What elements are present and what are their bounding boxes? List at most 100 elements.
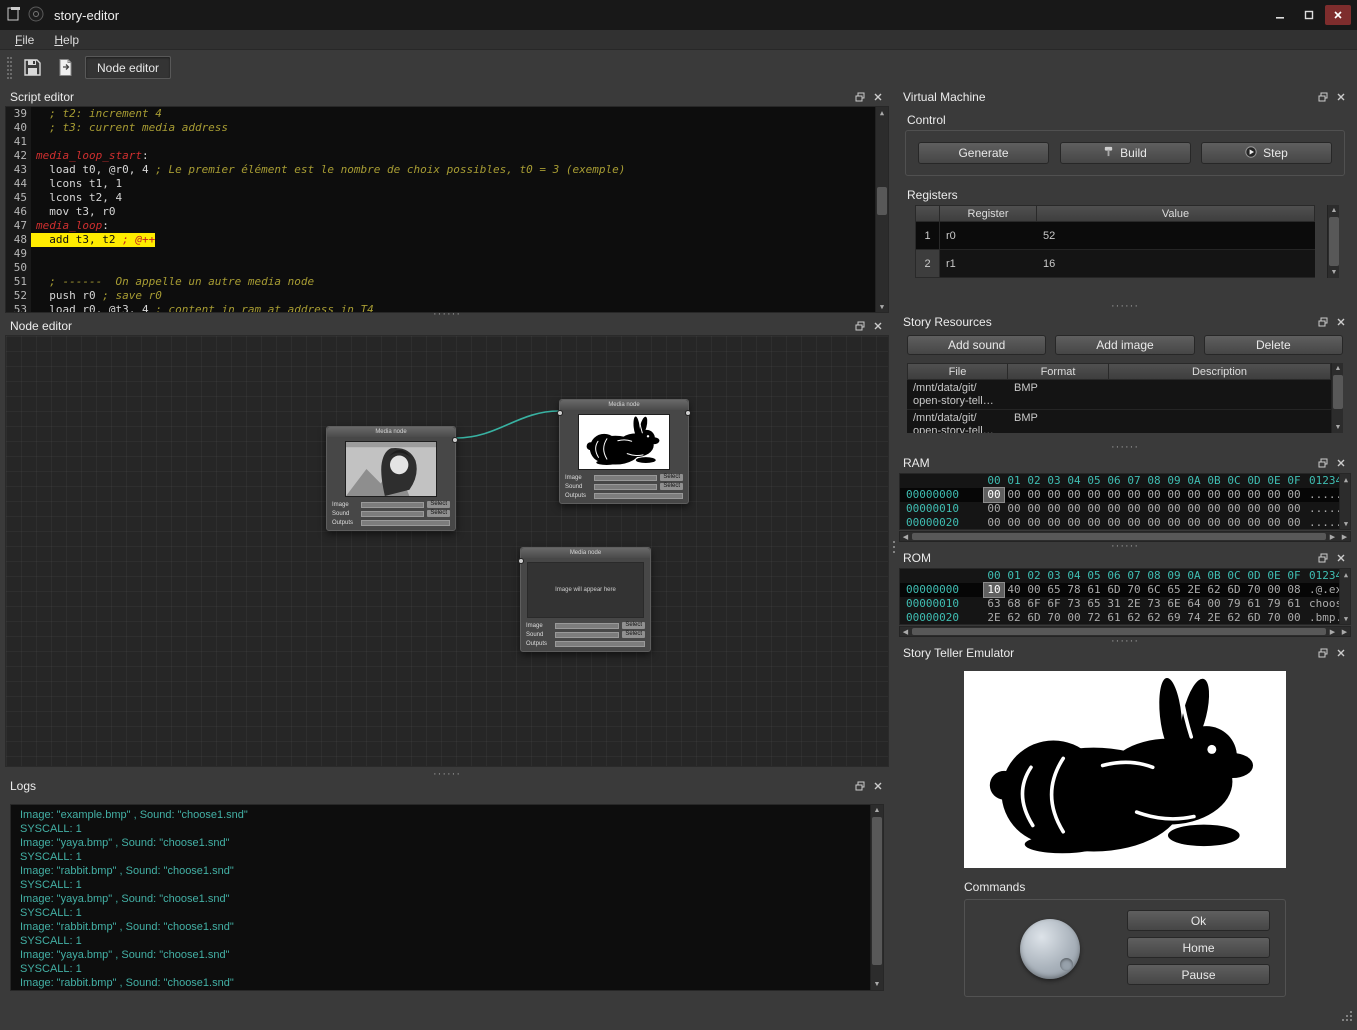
float-panel-icon[interactable] [853, 91, 866, 104]
ram-byte[interactable]: 00 [1004, 502, 1024, 516]
ram-byte[interactable]: 00 [1004, 516, 1024, 530]
rom-byte[interactable]: 6D [1244, 611, 1264, 625]
media-node-2[interactable]: Media node ImageSelectSoundSelectOutputs [559, 399, 689, 504]
scroll-up-icon[interactable]: ▲ [1328, 205, 1340, 216]
splitter-handle[interactable]: ······ [897, 444, 1353, 451]
rom-byte[interactable]: 10 [984, 583, 1004, 597]
rom-byte[interactable]: 70 [1244, 583, 1264, 597]
scroll-left-icon[interactable]: ◀ [900, 532, 911, 541]
node-row-field[interactable] [555, 641, 645, 647]
scroll-up-icon[interactable]: ▲ [1340, 569, 1351, 580]
vertical-splitter-handle[interactable] [890, 88, 897, 1005]
ram-byte[interactable]: 00 [984, 502, 1004, 516]
ram-byte[interactable]: 00 [1124, 488, 1144, 502]
rom-row[interactable]: 000000001040006578616D706C652E626D700008… [900, 583, 1339, 597]
close-panel-icon[interactable] [871, 91, 884, 104]
close-panel-icon[interactable] [1334, 552, 1347, 565]
float-panel-icon[interactable] [1316, 316, 1329, 329]
rom-byte[interactable]: 68 [1004, 597, 1024, 611]
rom-byte[interactable]: 79 [1264, 597, 1284, 611]
ram-byte[interactable]: 00 [1124, 502, 1144, 516]
close-button[interactable] [1325, 5, 1351, 25]
ram-byte[interactable]: 00 [1264, 488, 1284, 502]
scroll-right-icon[interactable]: ▶ [1339, 627, 1350, 636]
ram-byte[interactable]: 00 [1144, 488, 1164, 502]
close-panel-icon[interactable] [1334, 457, 1347, 470]
media-node-3[interactable]: Media node Image will appear here ImageS… [520, 547, 651, 652]
node-row-field[interactable] [361, 511, 424, 517]
ram-vscrollbar[interactable]: ▲ ▼ [1339, 474, 1350, 529]
toolbar-drag-handle[interactable] [7, 57, 12, 79]
ram-byte[interactable]: 00 [1184, 488, 1204, 502]
ram-byte[interactable]: 00 [1204, 516, 1224, 530]
window-resize-grip[interactable] [1339, 1009, 1353, 1026]
node-row-select-button[interactable]: Select [622, 631, 645, 638]
node-output-port[interactable] [685, 410, 691, 416]
rom-byte[interactable]: 61 [1104, 611, 1124, 625]
resources-scrollbar[interactable]: ▲ ▼ [1331, 363, 1343, 433]
ram-byte[interactable]: 00 [1084, 516, 1104, 530]
rom-byte[interactable]: 62 [1204, 583, 1224, 597]
ram-byte[interactable]: 00 [1204, 488, 1224, 502]
rom-byte[interactable]: 00 [1064, 611, 1084, 625]
node-row-select-button[interactable]: Select [660, 474, 683, 481]
node-row-select-button[interactable]: Select [427, 501, 450, 508]
rom-byte[interactable]: 61 [1084, 583, 1104, 597]
maximize-button[interactable] [1296, 5, 1322, 25]
register-row[interactable]: 2r116 [915, 250, 1327, 278]
close-panel-icon[interactable] [1334, 316, 1347, 329]
resource-row[interactable]: /mnt/data/git/ open-story-tell…BMP [907, 380, 1343, 410]
file-column-header[interactable]: File [907, 363, 1008, 380]
scroll-up-icon[interactable]: ▲ [1340, 474, 1351, 485]
scroll-down-icon[interactable]: ▼ [871, 979, 883, 990]
ram-byte[interactable]: 00 [1044, 516, 1064, 530]
node-row-field[interactable] [555, 623, 619, 629]
home-button[interactable]: Home [1127, 937, 1270, 958]
rom-byte[interactable]: 62 [1144, 611, 1164, 625]
rom-byte[interactable]: 64 [1184, 597, 1204, 611]
node-input-port[interactable] [518, 558, 524, 564]
ram-byte[interactable]: 00 [1024, 502, 1044, 516]
ram-byte[interactable]: 00 [1104, 516, 1124, 530]
node-row-select-button[interactable]: Select [427, 510, 450, 517]
ram-byte[interactable]: 00 [1024, 516, 1044, 530]
ram-byte[interactable]: 00 [1264, 502, 1284, 516]
media-node-1[interactable]: Media node ImageSelectSoundSelectOutputs [326, 426, 456, 531]
rom-byte[interactable]: 00 [1024, 583, 1044, 597]
scroll-up-icon[interactable]: ▲ [871, 805, 883, 816]
rom-byte[interactable]: 6F [1044, 597, 1064, 611]
script-editor-scrollbar[interactable]: ▲ ▼ [875, 107, 888, 312]
scroll-down-icon[interactable]: ▼ [1328, 267, 1340, 278]
rom-vscrollbar[interactable]: ▲ ▼ [1339, 569, 1350, 624]
rom-byte[interactable]: 73 [1144, 597, 1164, 611]
float-panel-icon[interactable] [1316, 647, 1329, 660]
rom-byte[interactable]: 65 [1044, 583, 1064, 597]
rom-byte[interactable]: 78 [1064, 583, 1084, 597]
node-row-field[interactable] [361, 520, 450, 526]
script-editor[interactable]: 39 ; t2: increment 440 ; t3: current med… [5, 106, 889, 313]
registers-scrollbar[interactable]: ▲ ▼ [1327, 205, 1339, 278]
generate-button[interactable]: Generate [918, 142, 1049, 164]
ram-byte[interactable]: 00 [1284, 488, 1304, 502]
ram-byte[interactable]: 00 [1044, 488, 1064, 502]
rom-byte[interactable]: 61 [1284, 597, 1304, 611]
rom-byte[interactable]: 74 [1184, 611, 1204, 625]
node-title[interactable]: Media node [560, 400, 688, 410]
ram-byte[interactable]: 00 [1244, 516, 1264, 530]
close-panel-icon[interactable] [1334, 91, 1347, 104]
ram-byte[interactable]: 00 [1064, 502, 1084, 516]
registers-table[interactable]: Register Value 1r0522r116 ▲ ▼ [915, 205, 1327, 278]
ram-byte[interactable]: 00 [1104, 488, 1124, 502]
ram-byte[interactable]: 00 [984, 516, 1004, 530]
rom-byte[interactable]: 72 [1084, 611, 1104, 625]
format-column-header[interactable]: Format [1008, 363, 1109, 380]
rom-byte[interactable]: 6D [1024, 611, 1044, 625]
ram-byte[interactable]: 00 [1164, 502, 1184, 516]
rom-byte[interactable]: 6F [1024, 597, 1044, 611]
app-menu-icon[interactable] [6, 6, 22, 25]
ram-byte[interactable]: 00 [1284, 516, 1304, 530]
rom-byte[interactable]: 00 [1204, 597, 1224, 611]
scroll-right-icon[interactable]: ▶ [1339, 532, 1350, 541]
rom-byte[interactable]: 63 [984, 597, 1004, 611]
rom-byte[interactable]: 2E [1184, 583, 1204, 597]
